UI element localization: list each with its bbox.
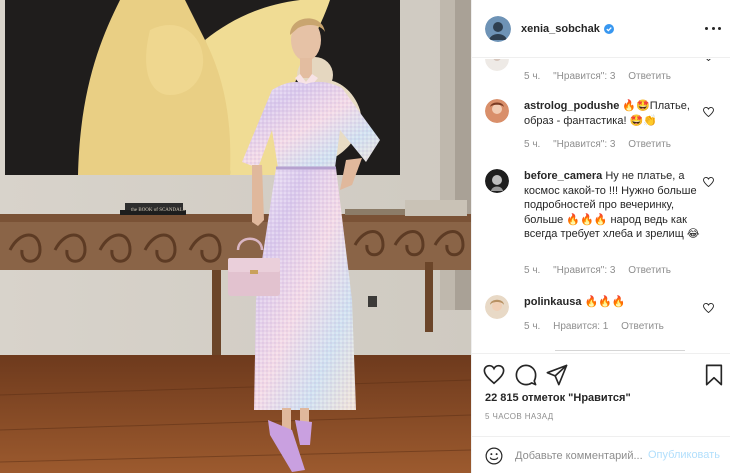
comment-body: astrolog_podushe 🔥🤩Платье, образ - фанта… — [524, 99, 704, 128]
comment-heart-icon[interactable] — [703, 303, 714, 313]
comment-likes[interactable]: "Нравится": 3 — [553, 71, 615, 82]
comment-item: polinkausa 🔥🔥🔥 5 ч. Нравится: 1 Ответить — [485, 295, 725, 345]
comment-time[interactable]: 5 ч. — [524, 139, 540, 150]
comment-item: astrolog_podushe 🔥🤩Платье, образ - фанта… — [485, 99, 725, 159]
truncated-text-line — [555, 350, 685, 351]
comment-avatar[interactable] — [485, 99, 509, 123]
comment-time[interactable]: 5 ч. — [524, 321, 540, 332]
comment-reply-button[interactable]: Ответить — [621, 321, 664, 332]
comment-meta: 5 ч. "Нравится": 3 Ответить — [524, 265, 681, 276]
author-avatar[interactable] — [485, 15, 511, 42]
post-details-panel: xenia_sobchak 5 ч. "Нравится": 3 Ответит… — [471, 0, 730, 473]
more-options-icon[interactable] — [705, 21, 721, 35]
comment-avatar[interactable] — [485, 295, 509, 319]
likes-count[interactable]: 22 815 отметок "Нравится" — [485, 392, 631, 404]
comment-meta: 5 ч. "Нравится": 3 Ответить — [524, 71, 681, 82]
comment-avatar[interactable] — [485, 169, 509, 193]
comment-username[interactable]: before_camera — [524, 170, 602, 182]
comment-text: 🔥🔥🔥 — [584, 296, 626, 308]
post-actions: 22 815 отметок "Нравится" 5 ЧАСОВ НАЗАД … — [472, 353, 730, 473]
comment-likes[interactable]: "Нравится": 3 — [553, 139, 615, 150]
comment-heart-icon[interactable] — [703, 177, 714, 187]
comment-avatar[interactable] — [485, 59, 509, 71]
comment-body: before_camera Ну не платье, а космос как… — [524, 169, 704, 242]
comment-reply-button[interactable]: Ответить — [628, 71, 671, 82]
comment-item: 5 ч. "Нравится": 3 Ответить — [485, 59, 725, 87]
post-timestamp[interactable]: 5 ЧАСОВ НАЗАД — [485, 412, 554, 421]
bookmark-icon[interactable] — [703, 364, 725, 386]
comment-reply-button[interactable]: Ответить — [628, 265, 671, 276]
add-comment-bar: Опубликовать — [472, 436, 730, 473]
comment-time[interactable]: 5 ч. — [524, 265, 540, 276]
comment-username[interactable]: polinkausa — [524, 296, 581, 308]
action-icons — [483, 364, 723, 388]
post-header: xenia_sobchak — [472, 0, 730, 58]
book-title-label: the BOOK of SCANDALS — [131, 208, 186, 213]
comment-meta: 5 ч. "Нравится": 3 Ответить — [524, 139, 681, 150]
comment-reply-button[interactable]: Ответить — [628, 139, 671, 150]
emoji-icon[interactable] — [485, 447, 503, 465]
post-image: the BOOK of SCANDALS — [0, 0, 471, 473]
comment-heart-icon[interactable] — [703, 107, 714, 117]
comment-meta: 5 ч. Нравится: 1 Ответить — [524, 321, 674, 332]
comment-heart-icon[interactable] — [703, 59, 714, 61]
comment-body: polinkausa 🔥🔥🔥 — [524, 295, 704, 310]
comment-icon[interactable] — [515, 364, 537, 386]
share-icon[interactable] — [546, 364, 568, 386]
author-username[interactable]: xenia_sobchak — [521, 23, 600, 35]
verified-badge-icon — [603, 23, 614, 34]
comment-input[interactable] — [515, 446, 643, 466]
comment-item: before_camera Ну не платье, а космос как… — [485, 169, 725, 279]
heart-icon[interactable] — [483, 364, 505, 386]
comment-time[interactable]: 5 ч. — [524, 71, 540, 82]
comments-list: 5 ч. "Нравится": 3 Ответить astrolog_pod… — [472, 59, 730, 352]
publish-button[interactable]: Опубликовать — [648, 449, 720, 461]
comment-likes[interactable]: Нравится: 1 — [553, 321, 608, 332]
comment-likes[interactable]: "Нравится": 3 — [553, 265, 615, 276]
comment-username[interactable]: astrolog_podushe — [524, 100, 619, 112]
post-photo[interactable]: the BOOK of SCANDALS — [0, 0, 471, 473]
